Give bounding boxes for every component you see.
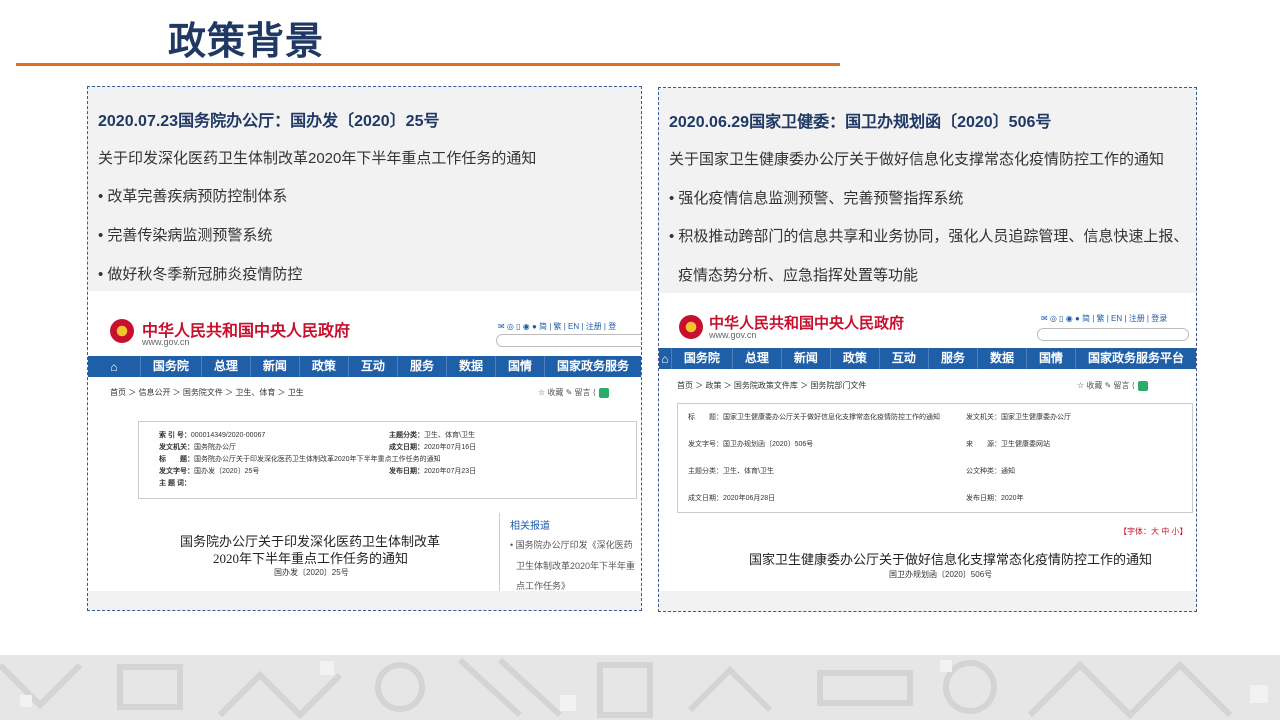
related-link[interactable]: 点工作任务》 bbox=[516, 579, 570, 591]
meta-row: 公文种类：通知 bbox=[966, 468, 1015, 475]
home-icon[interactable]: ⌂ bbox=[88, 356, 140, 377]
meta-row: 主 题 词： bbox=[159, 480, 191, 487]
related-link[interactable]: 卫生体制改革2020年下半年重 bbox=[516, 559, 635, 572]
document-number: 国办发〔2020〕25号 bbox=[274, 568, 349, 577]
font-size-switcher[interactable]: 【字体：大 中 小】 bbox=[1119, 526, 1187, 537]
panel-heading: 2020.07.23国务院办公厅：国办发〔2020〕25号 bbox=[98, 113, 440, 130]
meta-row: 成文日期：2020年07月16日 bbox=[389, 444, 477, 451]
nav-item[interactable]: 数据 bbox=[976, 348, 1026, 369]
nav-item[interactable]: 政策 bbox=[829, 348, 879, 369]
main-nav: ⌂ 国务院 总理 新闻 政策 互动 服务 数据 国情 国家政务服务平台 bbox=[659, 348, 1196, 369]
meta-row: 索 引 号：000014349/2020-00067 bbox=[159, 432, 266, 439]
bullet-item: • 积极推动跨部门的信息共享和业务协同，强化人员追踪管理、信息快速上报、 bbox=[669, 228, 1189, 245]
wechat-icon[interactable] bbox=[1137, 380, 1148, 391]
document-title: 2020年下半年重点工作任务的通知 bbox=[213, 551, 409, 566]
bullet-item: • 强化疫情信息监测预警、完善预警指挥系统 bbox=[669, 190, 964, 207]
wechat-icon[interactable] bbox=[598, 387, 609, 398]
meta-row: 主题分类：卫生、体育\卫生 bbox=[688, 468, 774, 475]
nav-item[interactable]: 总理 bbox=[731, 348, 781, 369]
nav-item[interactable]: 服务 bbox=[396, 356, 446, 377]
decorative-footer-pattern bbox=[0, 655, 1280, 720]
title-divider bbox=[16, 63, 840, 66]
nav-item[interactable]: 服务 bbox=[927, 348, 977, 369]
meta-row: 发布日期：2020年 bbox=[966, 495, 1024, 502]
meta-row: 来 源：卫生健康委网站 bbox=[966, 441, 1050, 448]
notice-title: 关于国家卫生健康委办公厅关于做好信息化支撑常态化疫情防控工作的通知 bbox=[669, 151, 1165, 168]
meta-row: 发文机关：国务院办公厅 bbox=[159, 444, 236, 451]
related-news-title: 相关报道 bbox=[510, 521, 550, 532]
nav-item[interactable]: 数据 bbox=[445, 356, 495, 377]
document-number: 国卫办规划函〔2020〕506号 bbox=[889, 570, 993, 579]
pattern-graphic bbox=[0, 657, 1268, 720]
meta-row: 发文字号：国卫办规划函〔2020〕506号 bbox=[688, 441, 814, 448]
meta-row: 标 题：国家卫生健康委办公厅关于做好信息化支撑常态化疫情防控工作的通知 bbox=[688, 414, 940, 421]
panel-heading: 2020.06.29国家卫健委：国卫办规划函〔2020〕506号 bbox=[669, 114, 1052, 131]
nav-item[interactable]: 国务院 bbox=[670, 348, 732, 369]
nav-item[interactable]: 国家政务服务 bbox=[543, 356, 641, 377]
document-title: 国家卫生健康委办公厅关于做好信息化支撑常态化疫情防控工作的通知 bbox=[749, 552, 1153, 567]
nav-item[interactable]: 国家政务服务平台 bbox=[1074, 348, 1196, 369]
home-icon[interactable]: ⌂ bbox=[659, 348, 671, 369]
site-url: www.gov.cn bbox=[142, 337, 190, 347]
nav-item[interactable]: 总理 bbox=[200, 356, 250, 377]
meta-row: 标 题：国务院办公厅关于印发深化医药卫生体制改革2020年下半年重点工作任务的通… bbox=[159, 456, 441, 463]
nav-item[interactable]: 互动 bbox=[878, 348, 928, 369]
nav-item[interactable]: 政策 bbox=[298, 356, 348, 377]
meta-row: 发布日期：2020年07月23日 bbox=[389, 468, 477, 475]
national-emblem-icon bbox=[110, 319, 134, 343]
policy-panel-health-commission: 2020.06.29国家卫健委：国卫办规划函〔2020〕506号 关于国家卫生健… bbox=[658, 87, 1197, 612]
top-links[interactable]: ✉ ◎ ▯ ◉ ● 简 | 繁 | EN | 注册 | 登录 bbox=[1041, 313, 1167, 324]
page-title: 政策背景 bbox=[168, 21, 325, 63]
search-input[interactable] bbox=[496, 334, 641, 347]
document-meta-box: 标 题：国家卫生健康委办公厅关于做好信息化支撑常态化疫情防控工作的通知 发文机关… bbox=[677, 403, 1193, 513]
nav-item[interactable]: 新闻 bbox=[249, 356, 299, 377]
bullet-item-continued: 疫情态势分析、应急指挥处置等功能 bbox=[678, 267, 919, 284]
breadcrumb[interactable]: 首页 ＞ 政策 ＞ 国务院政策文件库 ＞ 国务院部门文件 bbox=[677, 380, 866, 391]
national-emblem-icon bbox=[679, 315, 703, 339]
breadcrumb[interactable]: 首页 ＞ 信息公开 ＞ 国务院文件 ＞ 卫生、体育 ＞ 卫生 bbox=[110, 387, 304, 398]
document-meta-box: 索 引 号：000014349/2020-00067 主题分类：卫生、体育\卫生… bbox=[138, 421, 637, 499]
bullet-item: • 改革完善疾病预防控制体系 bbox=[98, 188, 288, 205]
related-link[interactable]: • 国务院办公厅印发《深化医药 bbox=[510, 538, 633, 551]
page-tools[interactable]: ☆ 收藏 ✎ 留言 ⟨ bbox=[1077, 380, 1148, 391]
nav-item[interactable]: 互动 bbox=[347, 356, 397, 377]
bullet-item: • 完善传染病监测预警系统 bbox=[98, 227, 273, 244]
top-links[interactable]: ✉ ◎ ▯ ◉ ● 简 | 繁 | EN | 注册 | 登 bbox=[498, 321, 616, 332]
main-nav: ⌂ 国务院 总理 新闻 政策 互动 服务 数据 国情 国家政务服务 bbox=[88, 356, 641, 377]
meta-row: 主题分类：卫生、体育\卫生 bbox=[389, 432, 475, 439]
gov-webpage-screenshot: 中华人民共和国中央人民政府 www.gov.cn ✉ ◎ ▯ ◉ ● 简 | 繁… bbox=[659, 293, 1196, 591]
meta-row: 发文机关：国家卫生健康委办公厅 bbox=[966, 414, 1071, 421]
site-url: www.gov.cn bbox=[709, 330, 757, 340]
nav-item[interactable]: 国务院 bbox=[139, 356, 201, 377]
meta-row: 成文日期：2020年06月28日 bbox=[688, 495, 776, 502]
bullet-item: • 做好秋冬季新冠肺炎疫情防控 bbox=[98, 266, 303, 283]
notice-title: 关于印发深化医药卫生体制改革2020年下半年重点工作任务的通知 bbox=[98, 150, 537, 167]
sidebar-divider bbox=[499, 513, 500, 591]
meta-row: 发文字号：国办发〔2020〕25号 bbox=[159, 468, 260, 475]
gov-webpage-screenshot: 中华人民共和国中央人民政府 www.gov.cn ✉ ◎ ▯ ◉ ● 简 | 繁… bbox=[88, 291, 641, 591]
nav-item[interactable]: 国情 bbox=[1025, 348, 1075, 369]
nav-item[interactable]: 新闻 bbox=[780, 348, 830, 369]
page-tools[interactable]: ☆ 收藏 ✎ 留言 ⟨ bbox=[538, 387, 609, 398]
policy-panel-state-council: 2020.07.23国务院办公厅：国办发〔2020〕25号 关于印发深化医药卫生… bbox=[87, 86, 642, 611]
nav-item[interactable]: 国情 bbox=[494, 356, 544, 377]
search-input[interactable] bbox=[1037, 328, 1189, 341]
